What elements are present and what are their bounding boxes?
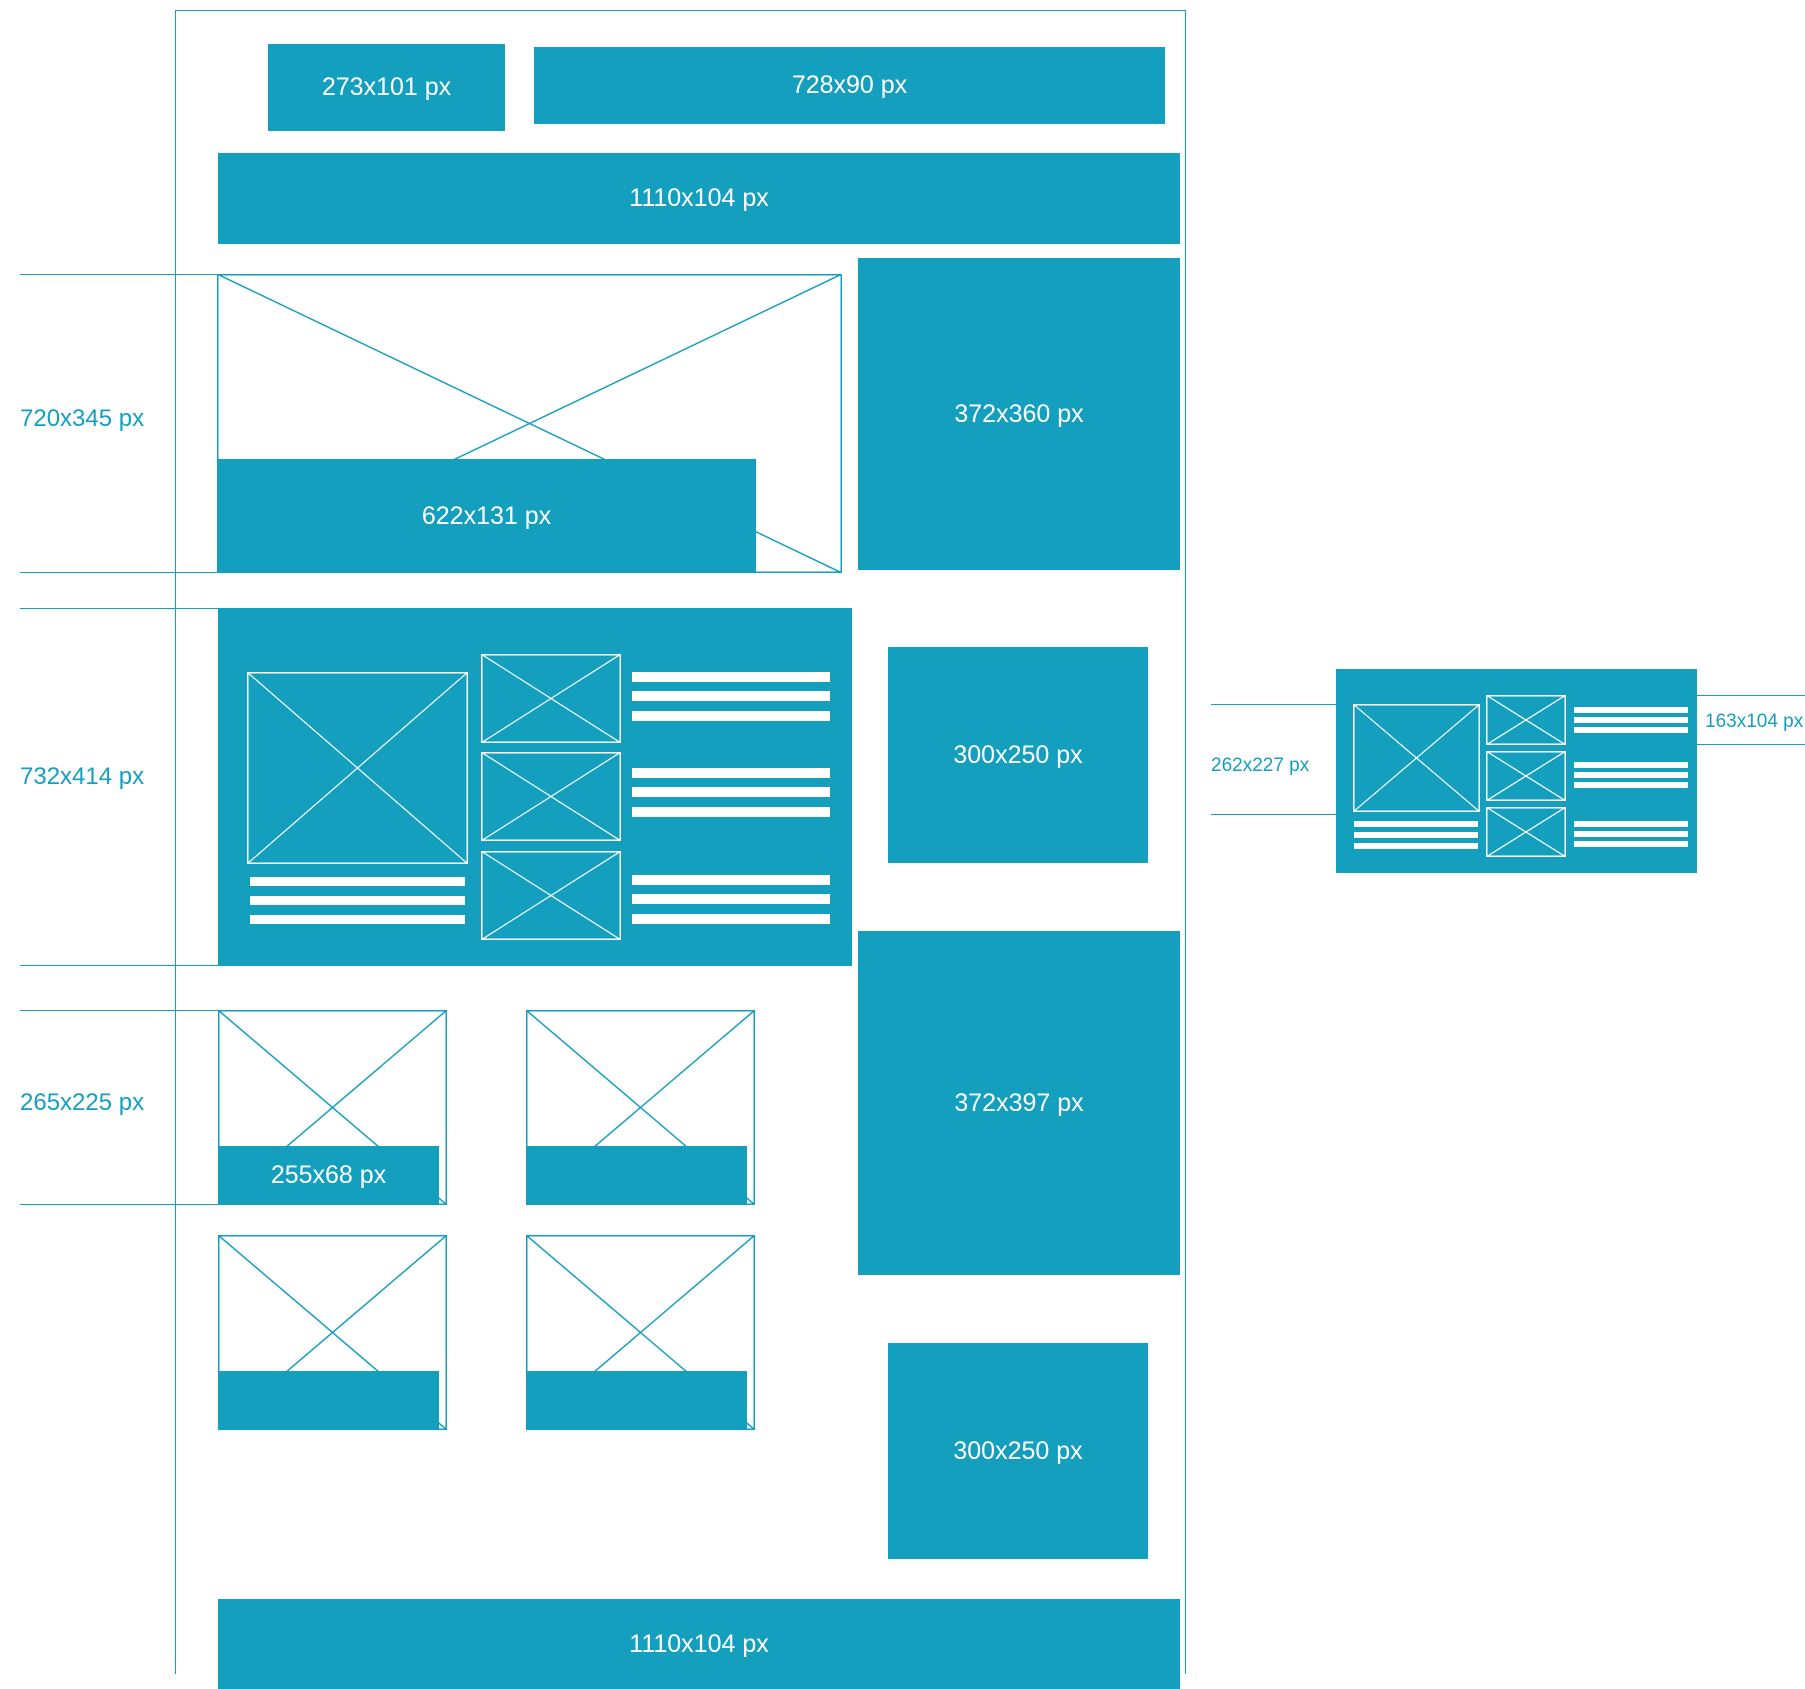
mini-text-line (1574, 717, 1688, 723)
news-dimension-label: 732x414 px (20, 763, 145, 790)
news-text-line (632, 875, 830, 885)
news-text-line (632, 894, 830, 904)
card-guide-top (20, 1010, 218, 1011)
sidebar-block-3: 372x397 px (858, 931, 1180, 1275)
news-main-image-icon (247, 672, 468, 864)
sidebar-block-4: 300x250 px (888, 1343, 1148, 1559)
leaderboard-block: 728x90 px (534, 47, 1165, 124)
mini-main-text-line (1354, 821, 1478, 827)
mini-text-line (1574, 772, 1688, 778)
card-dimension-label: 265x225 px (20, 1089, 145, 1116)
card-caption-bar (526, 1146, 747, 1205)
news-guide-top (20, 608, 218, 609)
news-thumb-image-icon (481, 752, 621, 841)
news-module (218, 608, 852, 966)
logo-block: 273x101 px (268, 44, 505, 131)
card-caption-bar (526, 1371, 747, 1430)
mini-thumb-image-icon (1486, 695, 1566, 745)
sidebar-block-1: 372x360 px (858, 258, 1180, 570)
mini-text-line (1574, 707, 1688, 713)
card-caption-block: 255x68 px (218, 1146, 439, 1205)
news-text-line (632, 807, 830, 817)
news-thumb-image-icon (481, 851, 621, 940)
mini-guide-bottom (1211, 814, 1336, 815)
mini-thumb-image-icon (1486, 751, 1566, 801)
news-main-text-line (250, 915, 465, 924)
news-text-line (632, 691, 830, 701)
mini-side-guide-top (1697, 695, 1805, 696)
card-guide-bottom (20, 1204, 218, 1205)
mini-text-line (1574, 762, 1688, 768)
mini-thumb-image-icon (1486, 807, 1566, 857)
mini-dimension-label: 262x227 px (1211, 755, 1310, 776)
mini-text-line (1574, 841, 1688, 847)
news-guide-bottom (20, 965, 218, 966)
mini-text-line (1574, 831, 1688, 837)
hero-guide-top (20, 274, 218, 275)
banner-bottom-block: 1110x104 px (218, 1599, 1180, 1689)
news-thumb-image-icon (481, 654, 621, 743)
mini-main-image-icon (1353, 704, 1480, 812)
news-text-line (632, 672, 830, 682)
mini-main-text-line (1354, 843, 1478, 849)
mini-side-guide-bottom (1697, 744, 1805, 745)
mini-module (1336, 669, 1697, 873)
mini-side-dimension-label: 163x104 px (1705, 711, 1804, 732)
hero-guide-bottom (20, 572, 218, 573)
news-text-line (632, 711, 830, 721)
news-text-line (632, 787, 830, 797)
banner-top-block: 1110x104 px (218, 153, 1180, 244)
news-text-line (632, 768, 830, 778)
news-main-text-line (250, 877, 465, 886)
mini-text-line (1574, 782, 1688, 788)
news-main-text-line (250, 896, 465, 905)
news-text-line (632, 914, 830, 924)
hero-caption-block: 622x131 px (217, 459, 756, 573)
mini-guide-top (1211, 704, 1336, 705)
sidebar-block-2: 300x250 px (888, 647, 1148, 863)
card-caption-bar (218, 1371, 439, 1430)
hero-dimension-label: 720x345 px (20, 405, 145, 432)
mini-text-line (1574, 821, 1688, 827)
mini-main-text-line (1354, 832, 1478, 838)
mini-text-line (1574, 727, 1688, 733)
